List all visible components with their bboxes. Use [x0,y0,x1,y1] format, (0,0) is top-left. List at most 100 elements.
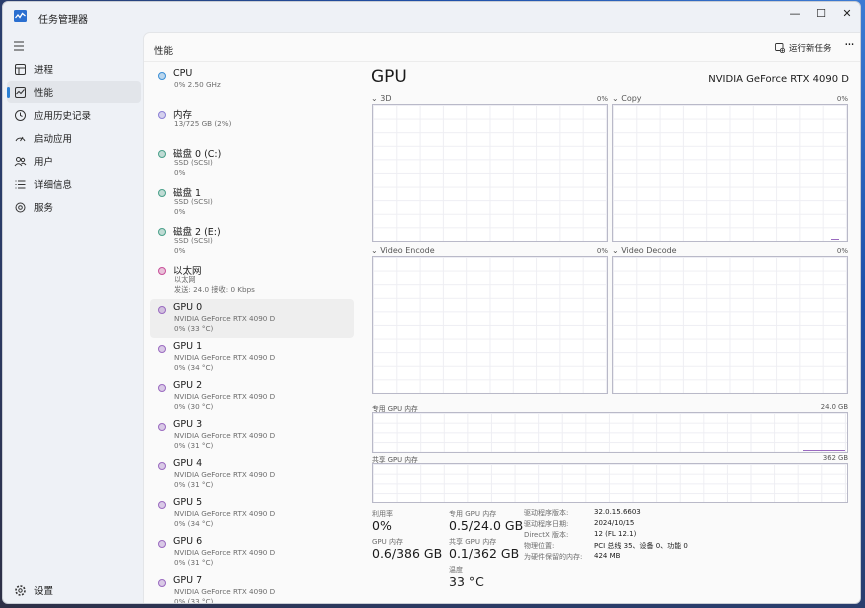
device-name: GPU 7 [173,575,203,586]
gpu-memory-value: 0.6/386 GB [372,546,443,561]
directx-version-value: 12 (FL 12.1) [594,530,637,538]
gpu-detail-pane: GPU NVIDIA GeForce RTX 4090 D ⌄ 3D 0% ⌄ … [370,65,850,600]
close-button[interactable]: ✕ [835,5,859,23]
run-new-task-label: 运行新任务 [789,44,832,54]
engine-video-decode-name: Video Decode [621,246,677,255]
engine-video-encode-name: Video Encode [380,246,435,255]
device-item[interactable]: GPU 2 NVIDIA GeForce RTX 4090 D 0% (30 °C) [150,377,354,416]
device-item[interactable]: GPU 1 NVIDIA GeForce RTX 4090 D 0% (34 °C) [150,338,354,377]
device-item[interactable]: 磁盘 1 SSD (SCSI) 0% [150,182,354,221]
dedicated-memory-max: 24.0 GB [820,403,848,411]
engine-copy-value: 0% [836,95,848,103]
device-color-dot [158,540,166,548]
device-item[interactable]: CPU 0% 2.50 GHz [150,65,354,104]
device-detail-line: SSD (SCSI) [174,158,213,167]
device-detail-line: 0% (31 °C) [174,479,214,489]
page-header: 性能 运行新任务 ··· [144,33,860,62]
device-detail-line: SSD (SCSI) [174,197,213,206]
device-detail-line: NVIDIA GeForce RTX 4090 D [174,353,276,362]
sidebar-item-startup[interactable]: 启动应用 [7,127,141,149]
page-title: 性能 [154,46,174,57]
device-detail-line: 发送: 24.0 接收: 0 Kbps [174,284,255,294]
shared-memory-max: 362 GB [822,454,848,462]
device-item[interactable]: GPU 7 NVIDIA GeForce RTX 4090 D 0% (33 °C) [150,572,354,603]
device-color-dot [158,228,166,236]
device-item[interactable]: GPU 0 NVIDIA GeForce RTX 4090 D 0% (33 °C) [150,299,354,338]
sidebar-item-settings[interactable]: 设置 [7,579,141,601]
device-color-dot [158,189,166,197]
device-name: GPU 0 [173,302,203,313]
device-detail-line: NVIDIA GeForce RTX 4090 D [174,392,276,401]
device-name: GPU 1 [173,341,203,352]
device-name: GPU 2 [173,380,203,391]
device-color-dot [158,306,166,314]
device-item[interactable]: GPU 4 NVIDIA GeForce RTX 4090 D 0% (31 °C) [150,455,354,494]
device-detail-line: NVIDIA GeForce RTX 4090 D [174,548,276,557]
performance-icon [15,87,26,98]
minimize-button[interactable]: — [783,5,807,23]
run-new-task-button[interactable]: 运行新任务 [775,42,832,54]
device-detail-line: SSD (SCSI) [174,236,213,245]
temperature-value: 33 °C [449,574,484,589]
physical-location-label: 物理位置: [524,542,555,550]
device-name: GPU 5 [173,497,203,508]
device-detail-line: 0% (34 °C) [174,518,214,528]
sidebar-item-details[interactable]: 详细信息 [7,173,141,195]
more-options-button[interactable]: ··· [840,38,858,53]
device-name: GPU 4 [173,458,203,469]
device-color-dot [158,462,166,470]
engine-video-decode-graph [612,256,848,394]
maximize-button[interactable]: ☐ [809,5,833,23]
utilization-value: 0% [372,518,392,533]
device-item[interactable]: 以太网 以太网 发送: 24.0 接收: 0 Kbps [150,260,354,299]
sidebar-item-processes[interactable]: 进程 [7,58,141,80]
engine-copy-label[interactable]: ⌄ Copy [612,94,642,103]
device-detail-line: NVIDIA GeForce RTX 4090 D [174,314,276,323]
sidebar-item-users[interactable]: 用户 [7,150,141,172]
driver-version-label: 驱动程序版本: [524,509,569,517]
device-color-dot [158,150,166,158]
dedicated-memory-graph [372,412,848,453]
sidebar-item-label: 详细信息 [34,180,73,191]
dedicated-memory-usage-line [803,450,845,451]
settings-gear-icon [15,585,26,596]
device-detail-line: NVIDIA GeForce RTX 4090 D [174,470,276,479]
sidebar-item-performance[interactable]: 性能 [7,81,141,103]
engine-video-encode-graph [372,256,608,394]
dedicated-memory-stat-value: 0.5/24.0 GB [449,518,524,533]
sidebar-item-label: 应用历史记录 [34,111,92,122]
device-detail-line: 0% [174,167,186,177]
device-color-dot [158,111,166,119]
sidebar-item-label: 启动应用 [34,134,73,145]
driver-date-value: 2024/10/15 [594,519,635,527]
device-color-dot [158,501,166,509]
engine-3d-label[interactable]: ⌄ 3D [371,94,392,103]
engine-video-decode-label[interactable]: ⌄ Video Decode [612,246,677,255]
device-item[interactable]: GPU 5 NVIDIA GeForce RTX 4090 D 0% (34 °C) [150,494,354,533]
sidebar-item-app-history[interactable]: 应用历史记录 [7,104,141,126]
shared-memory-stat-value: 0.1/362 GB [449,546,520,561]
device-item[interactable]: 内存 13/725 GB (2%) [150,104,354,143]
task-manager-app-icon [14,10,27,22]
device-detail-line: 0% (31 °C) [174,440,214,450]
run-task-icon [775,43,785,53]
services-icon [15,202,26,213]
sidebar-item-services[interactable]: 服务 [7,196,141,218]
settings-label: 设置 [34,586,54,597]
device-color-dot [158,267,166,275]
hamburger-menu-icon[interactable] [13,40,27,52]
device-item[interactable]: GPU 3 NVIDIA GeForce RTX 4090 D 0% (31 °C) [150,416,354,455]
device-item[interactable]: 磁盘 2 (E:) SSD (SCSI) 0% [150,221,354,260]
device-detail-line: 0% (31 °C) [174,557,214,567]
device-detail-line: 0% [174,206,186,216]
device-color-dot [158,423,166,431]
device-item[interactable]: 磁盘 0 (C:) SSD (SCSI) 0% [150,143,354,182]
device-detail-line: 0% 2.50 GHz [174,80,221,89]
device-detail-line: NVIDIA GeForce RTX 4090 D [174,587,276,596]
sidebar-item-label: 性能 [34,88,54,99]
device-item[interactable]: GPU 6 NVIDIA GeForce RTX 4090 D 0% (31 °C) [150,533,354,572]
engine-video-decode-value: 0% [836,247,848,255]
device-color-dot [158,72,166,80]
directx-version-label: DirectX 版本: [524,531,569,539]
engine-video-encode-label[interactable]: ⌄ Video Encode [371,246,435,255]
